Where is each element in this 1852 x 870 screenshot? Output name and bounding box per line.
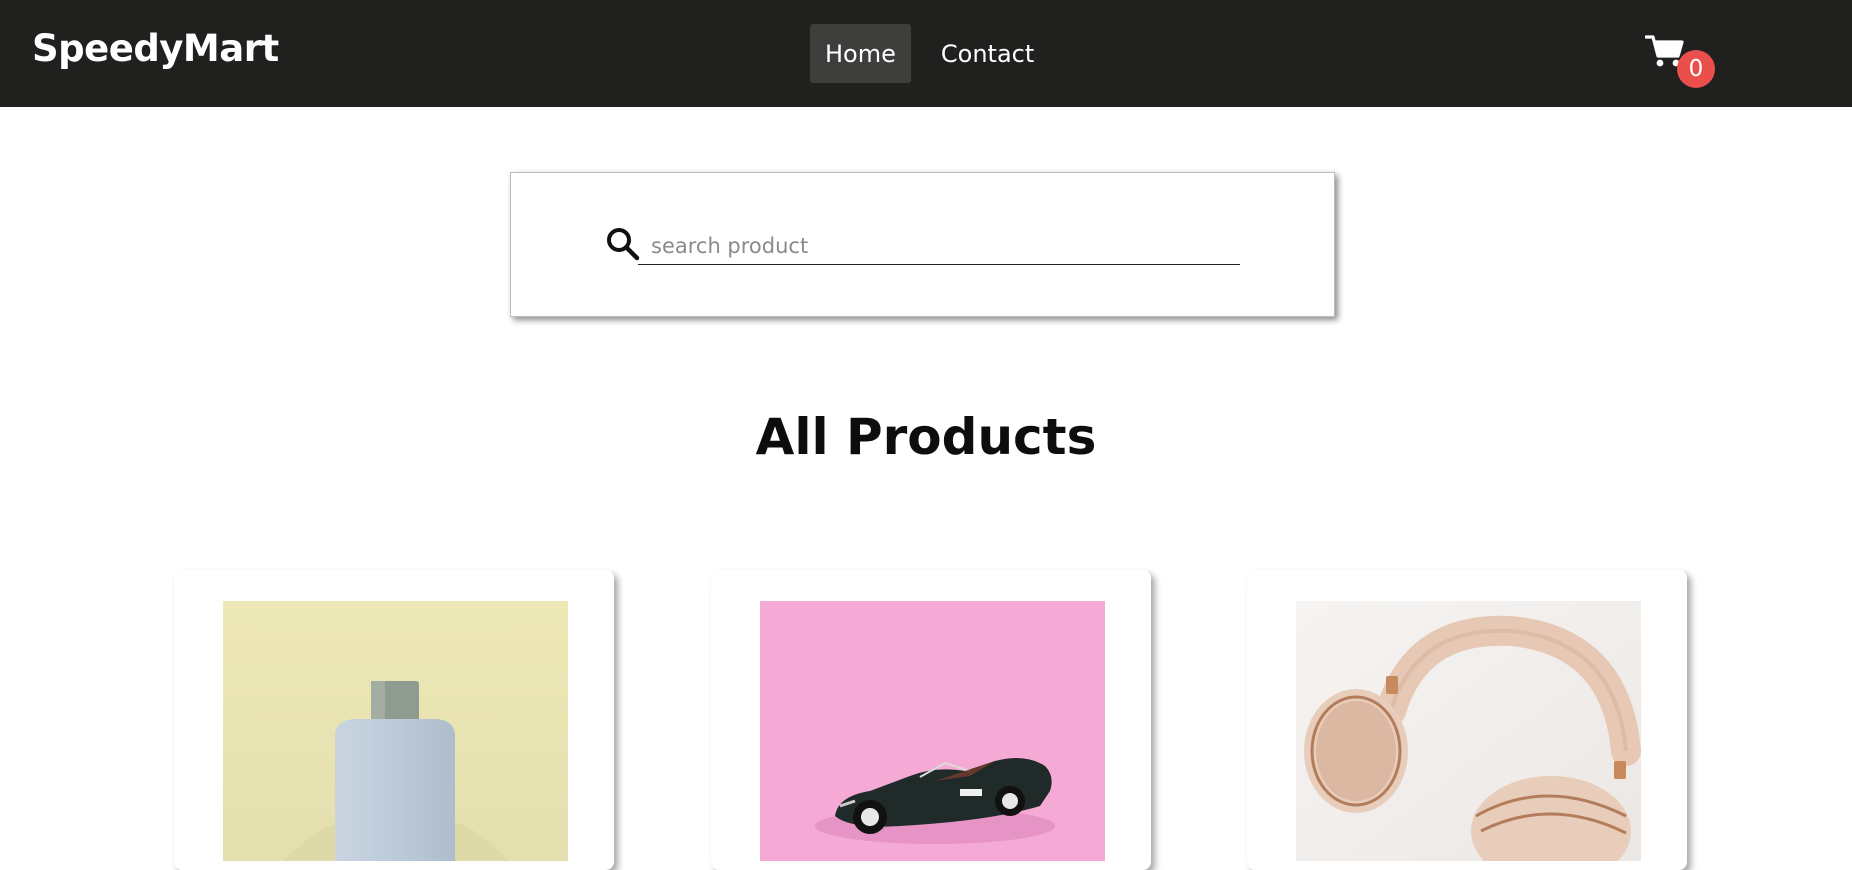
main-nav: Home Contact (810, 24, 1049, 83)
toy-car-image[interactable] (760, 601, 1105, 861)
cart-count-badge: 0 (1677, 50, 1715, 88)
top-navbar: SpeedyMart Home Contact 0 (0, 0, 1852, 107)
perfume-bottle-image[interactable] (223, 601, 568, 861)
brand-logo[interactable]: SpeedyMart (32, 30, 279, 67)
headphones-image[interactable] (1296, 601, 1641, 861)
search-icon (607, 228, 640, 261)
nav-contact[interactable]: Contact (926, 24, 1049, 83)
nav-home[interactable]: Home (810, 24, 911, 83)
page-title: All Products (755, 408, 1097, 466)
product-card[interactable] (711, 570, 1151, 870)
search-input[interactable] (638, 227, 1240, 265)
cart-button[interactable]: 0 (1645, 34, 1717, 88)
search-card (510, 172, 1335, 317)
product-card[interactable] (1247, 570, 1687, 870)
product-card[interactable] (174, 570, 614, 870)
